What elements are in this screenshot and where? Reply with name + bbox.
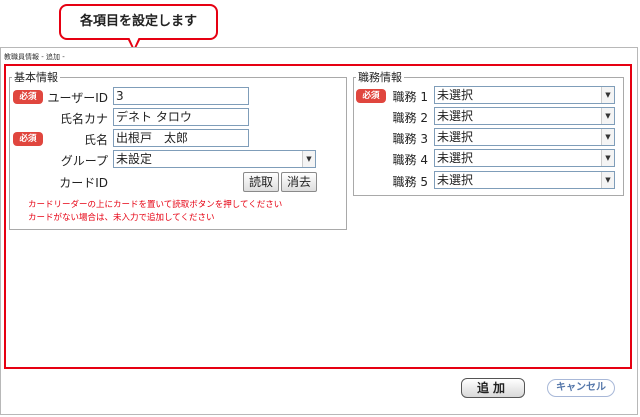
window-title: 教職員情報 - 追加 - <box>4 53 65 61</box>
editable-area-highlight <box>4 64 632 369</box>
instruction-callout: 各項目を設定します <box>59 4 218 40</box>
cancel-button[interactable]: キャンセル <box>547 379 615 397</box>
add-button[interactable]: 追加 <box>461 378 525 398</box>
